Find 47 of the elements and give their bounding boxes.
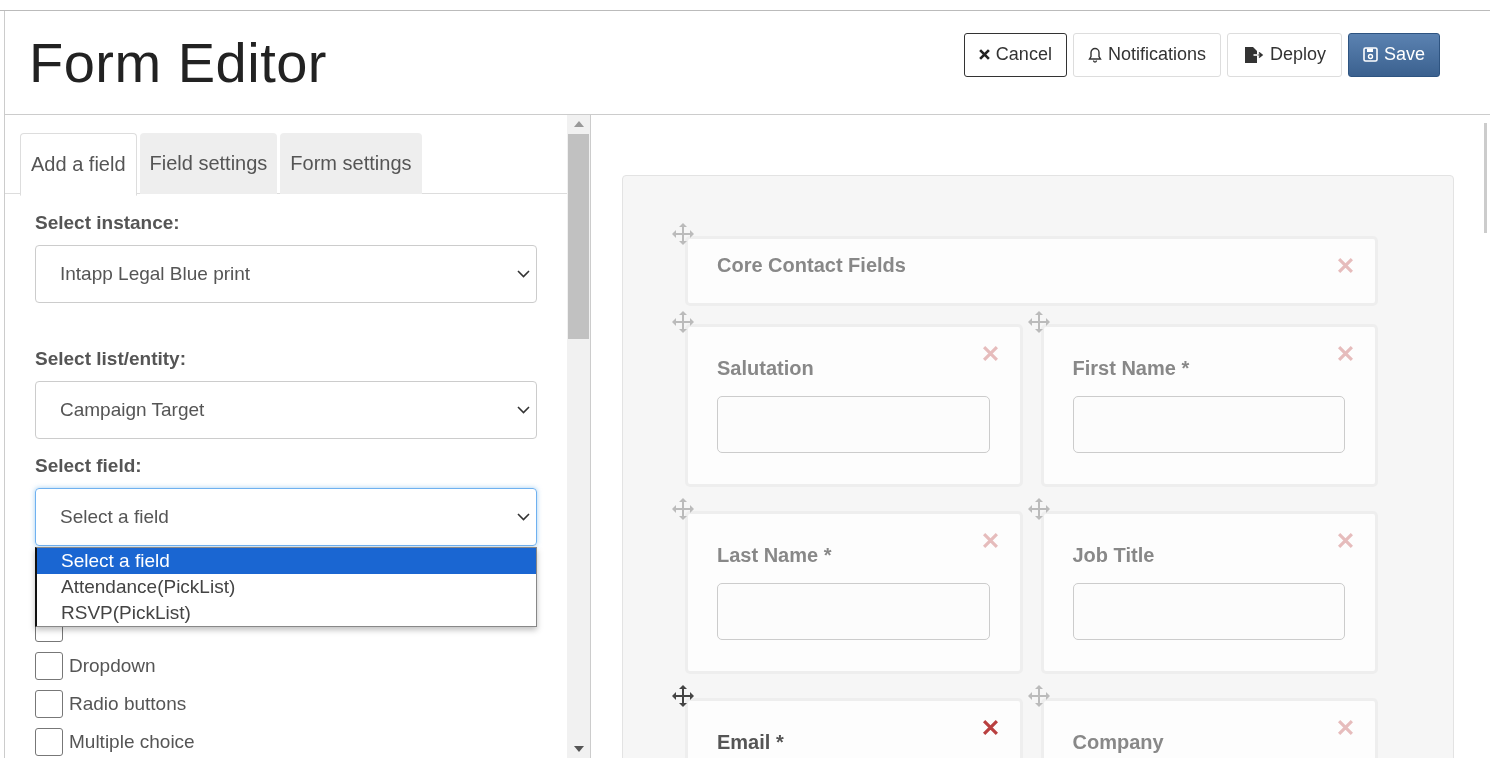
save-icon <box>1362 47 1378 62</box>
text-input[interactable] <box>717 583 990 640</box>
notifications-button[interactable]: Notifications <box>1072 32 1221 77</box>
close-icon <box>978 49 990 60</box>
dropdown-option[interactable]: RSVP(PickList) <box>37 600 536 626</box>
tab[interactable]: Add a field <box>20 133 137 196</box>
chevron-down-icon <box>517 406 530 414</box>
move-icon[interactable] <box>671 684 695 708</box>
text-input[interactable] <box>717 396 990 453</box>
chevron-down-icon <box>517 513 530 521</box>
field-label: Select field: <box>35 455 143 477</box>
page-title: Form Editor <box>29 30 327 95</box>
text-input[interactable] <box>1072 396 1345 453</box>
field-label: Company <box>1072 731 1165 754</box>
bell-icon <box>1087 46 1102 63</box>
save-button[interactable]: Save <box>1347 32 1440 77</box>
chevron-down-icon <box>517 270 530 278</box>
select-field[interactable]: Select a field <box>35 488 537 546</box>
checkbox-label: Dropdown <box>69 655 156 677</box>
select-field[interactable]: Intapp Legal Blue print <box>35 245 537 303</box>
dropdown-option[interactable]: Select a field <box>37 548 536 574</box>
select-field[interactable]: Campaign Target <box>35 381 537 439</box>
field-label: Select list/entity: <box>35 348 187 370</box>
field-label: Select instance: <box>35 212 181 234</box>
delete-icon[interactable] <box>981 719 999 736</box>
field-label: Last Name * <box>717 544 833 567</box>
scroll-down-icon[interactable] <box>573 746 584 752</box>
field-label: Core Contact Fields <box>717 254 907 277</box>
field-label: Salutation <box>717 357 815 380</box>
field-label: First Name * <box>1072 357 1191 380</box>
checkbox-label: Radio buttons <box>69 693 187 715</box>
cancel-button[interactable]: Cancel <box>963 32 1067 77</box>
field-label: Email * <box>717 731 785 754</box>
field-card[interactable]: Email * <box>685 698 1023 758</box>
checkbox[interactable] <box>35 652 63 680</box>
scrollbar[interactable] <box>567 115 590 758</box>
checkbox[interactable] <box>35 728 63 756</box>
deploy-button[interactable]: Deploy <box>1226 32 1342 77</box>
checkbox[interactable] <box>35 690 63 718</box>
text-input[interactable] <box>1072 583 1345 640</box>
checkbox-label: Multiple choice <box>69 731 195 753</box>
field-label: Job Title <box>1072 544 1156 567</box>
file-export-icon <box>1243 45 1264 64</box>
tab[interactable]: Field settings <box>139 133 278 194</box>
tab[interactable]: Form settings <box>280 133 422 194</box>
dropdown-option[interactable]: Attendance(PickList) <box>37 574 536 600</box>
scroll-up-icon[interactable] <box>573 121 584 127</box>
